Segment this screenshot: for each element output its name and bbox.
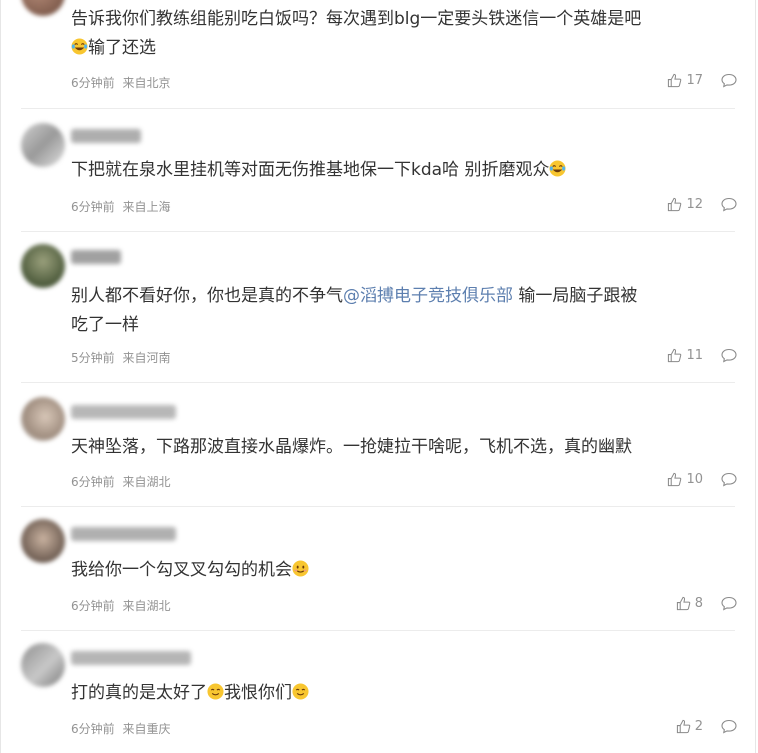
- comment-location: 来自上海: [122, 200, 171, 214]
- laughing-tears-icon: [71, 36, 88, 55]
- like-count: 2: [694, 719, 703, 734]
- reply-button[interactable]: [721, 73, 737, 92]
- like-button[interactable]: 11: [667, 348, 703, 363]
- mention-link[interactable]: @滔搏电子竞技俱乐部: [343, 286, 513, 306]
- comment-location: 来自重庆: [122, 722, 171, 736]
- comment-item: 告诉我你们教练组能别吃白饭吗？每次遇到blg一定要头铁迷信一个英雄是吧 输了还选…: [1, 0, 757, 108]
- comment-text: 打的真的是太好了 我恨你们: [71, 679, 751, 708]
- avatar[interactable]: [21, 123, 65, 167]
- comment-item: 别人都不看好你，你也是真的不争气@滔搏电子竞技俱乐部 输一局脑子跟被 吃了一样 …: [1, 232, 757, 382]
- comment-item: 下把就在泉水里挂机等对面无伤推基地保一下kda哈 别折磨观众 6分钟前 来自上海…: [1, 109, 757, 231]
- comment-location: 来自湖北: [122, 475, 171, 489]
- comment-time: 6分钟前: [71, 722, 115, 736]
- comment-meta: 6分钟前 来自北京: [71, 74, 170, 91]
- username[interactable]: [71, 527, 176, 541]
- thumbs-up-icon: [668, 472, 682, 487]
- comment-location: 来自北京: [122, 76, 171, 90]
- like-button[interactable]: 2: [676, 719, 703, 734]
- like-button[interactable]: 17: [667, 73, 703, 88]
- comment-bubble-icon: [721, 197, 737, 212]
- avatar[interactable]: [21, 244, 65, 288]
- thumbs-up-icon: [676, 719, 690, 734]
- username[interactable]: [71, 129, 141, 143]
- comment-time: 5分钟前: [71, 351, 115, 365]
- comment-location: 来自河南: [122, 351, 171, 365]
- comment-item: 打的真的是太好了 我恨你们 6分钟前 来自重庆 2: [1, 631, 757, 753]
- smile-icon: [292, 681, 309, 700]
- comment-time: 6分钟前: [71, 200, 115, 214]
- reply-button[interactable]: [721, 348, 737, 367]
- username[interactable]: [71, 651, 191, 665]
- comment-meta: 6分钟前 来自重庆: [71, 720, 170, 737]
- thumbs-up-icon: [668, 348, 682, 363]
- like-count: 10: [686, 472, 703, 487]
- comment-bubble-icon: [721, 348, 737, 363]
- comment-time: 6分钟前: [71, 599, 115, 613]
- like-count: 17: [686, 73, 703, 88]
- reply-button[interactable]: [721, 197, 737, 216]
- thumbs-up-icon: [676, 596, 690, 611]
- laughing-tears-icon: [549, 158, 566, 177]
- reply-button[interactable]: [721, 596, 737, 615]
- comment-text: 告诉我你们教练组能别吃白饭吗？每次遇到blg一定要头铁迷信一个英雄是吧 输了还选: [71, 9, 642, 58]
- comment-text: 我给你一个勾叉叉勾勾的机会: [71, 556, 751, 585]
- thumbs-up-icon: [668, 197, 682, 212]
- avatar[interactable]: [21, 0, 65, 16]
- username[interactable]: [71, 250, 121, 264]
- comment-bubble-icon: [721, 596, 737, 611]
- comment-text: 下把就在泉水里挂机等对面无伤推基地保一下kda哈 别折磨观众: [71, 156, 751, 185]
- comment-text: 天神坠落，下路那波直接水晶爆炸。一抢婕拉干啥呢，飞机不选，真的幽默: [71, 437, 632, 457]
- comment-bubble-icon: [721, 719, 737, 734]
- blush-smile-icon: [292, 558, 309, 577]
- comment-meta: 6分钟前 来自湖北: [71, 597, 170, 614]
- comment-item: 我给你一个勾叉叉勾勾的机会 6分钟前 来自湖北 8: [1, 507, 757, 630]
- comment-item: 天神坠落，下路那波直接水晶爆炸。一抢婕拉干啥呢，飞机不选，真的幽默 6分钟前 来…: [1, 383, 757, 505]
- comment-bubble-icon: [721, 472, 737, 487]
- like-button[interactable]: 10: [667, 472, 703, 487]
- comment-location: 来自湖北: [122, 599, 171, 613]
- comment-text: 别人都不看好你，你也是真的不争气@滔搏电子竞技俱乐部 输一局脑子跟被 吃了一样: [71, 286, 638, 335]
- comment-meta: 6分钟前 来自湖北: [71, 473, 170, 490]
- username[interactable]: [71, 405, 176, 419]
- like-count: 8: [694, 596, 703, 611]
- comment-time: 6分钟前: [71, 475, 115, 489]
- comment-meta: 5分钟前 来自河南: [71, 349, 170, 366]
- avatar[interactable]: [21, 643, 65, 687]
- avatar[interactable]: [21, 519, 65, 563]
- like-button[interactable]: 8: [676, 596, 703, 611]
- thumbs-up-icon: [668, 73, 682, 88]
- avatar[interactable]: [21, 397, 65, 441]
- comment-bubble-icon: [721, 73, 737, 88]
- reply-button[interactable]: [721, 719, 737, 738]
- comment-time: 6分钟前: [71, 76, 115, 90]
- like-count: 11: [686, 348, 703, 363]
- like-count: 12: [686, 197, 703, 212]
- comment-meta: 6分钟前 来自上海: [71, 198, 170, 215]
- smile-icon: [207, 681, 224, 700]
- like-button[interactable]: 12: [667, 197, 703, 212]
- comment-feed: 告诉我你们教练组能别吃白饭吗？每次遇到blg一定要头铁迷信一个英雄是吧 输了还选…: [0, 0, 756, 753]
- reply-button[interactable]: [721, 472, 737, 491]
